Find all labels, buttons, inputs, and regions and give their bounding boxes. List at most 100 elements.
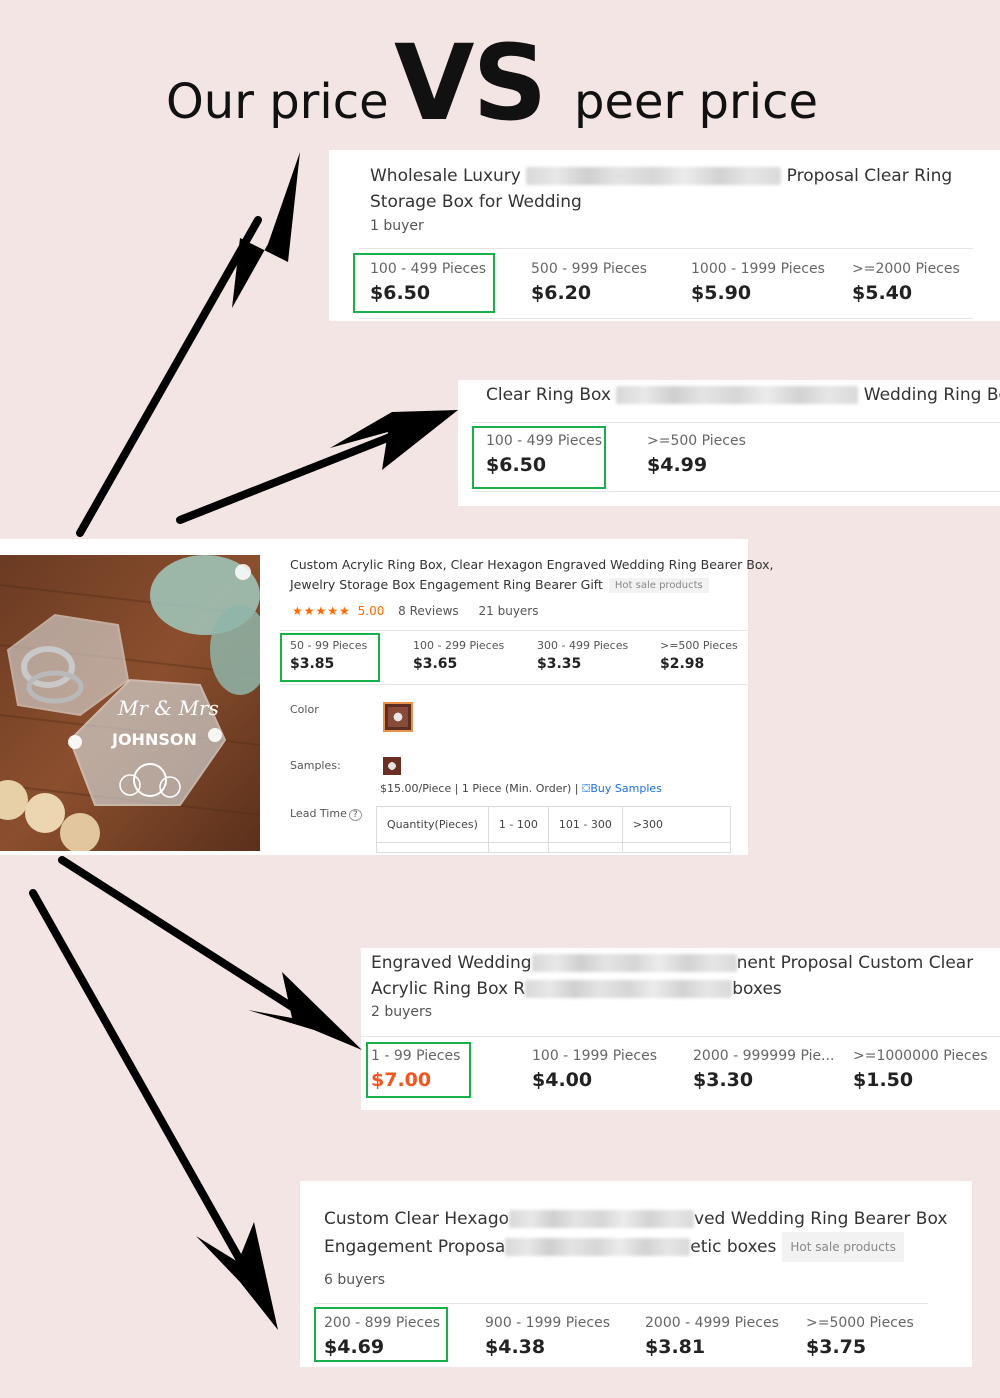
arrow-head-3	[248, 972, 362, 1050]
tier-price: $1.50	[853, 1069, 914, 1091]
title-text: Wholesale Luxury	[370, 166, 521, 186]
sample-thumbnail[interactable]	[383, 757, 401, 775]
arrow-head-2	[330, 410, 458, 470]
blurred-text	[525, 980, 733, 998]
price-tier: >=5000 Pieces $3.75	[806, 1315, 914, 1358]
tier-price: $4.99	[647, 454, 708, 476]
tier-quantity: 900 - 1999 Pieces	[485, 1315, 610, 1331]
tier-price: $3.35	[537, 656, 582, 672]
title-text: Acrylic Ring Box R	[371, 979, 526, 999]
blurred-text	[509, 1210, 695, 1228]
buyer-count: 2 buyers	[371, 1004, 433, 1020]
divider	[280, 684, 748, 685]
samples-price-text: $15.00/Piece | 1 Piece (Min. Order) |	[380, 782, 579, 795]
star-rating-icon: ★★★★★	[292, 604, 351, 618]
price-tier: 900 - 1999 Pieces $4.38	[485, 1315, 610, 1358]
lead-time-table: Quantity(Pieces) 1 - 100 101 - 300 >300	[376, 806, 731, 853]
our-product-card[interactable]: Mr & Mrs JOHNSON Custom Acrylic Ring Box…	[0, 539, 773, 855]
tier-price: $4.38	[485, 1336, 546, 1358]
price-tier: >=2000 Pieces $5.40	[852, 261, 960, 304]
rating-value: 5.00	[357, 604, 385, 618]
table-header-cell: 1 - 100	[487, 806, 549, 843]
listing-title-line2: Storage Box for Wedding	[370, 192, 582, 212]
tier-price: $4.00	[532, 1069, 593, 1091]
color-swatch[interactable]	[383, 702, 413, 732]
title-text: Engraved Wedding	[371, 953, 532, 973]
hot-sale-tag: Hot sale products	[782, 1232, 904, 1262]
arrow-line-3	[58, 856, 304, 1016]
table-header-cell: >300	[621, 806, 731, 843]
title-text: Clear Ring Box	[486, 385, 611, 405]
product-title[interactable]: Custom Acrylic Ring Box, Clear Hexagon E…	[290, 557, 773, 593]
engraving-mr-mrs: Mr & Mrs	[117, 696, 219, 720]
lead-time-label: Lead Time?	[290, 807, 362, 821]
price-tier: >=1000000 Pieces $1.50	[853, 1048, 988, 1091]
buy-samples-link[interactable]: Buy Samples	[590, 782, 662, 795]
tier-quantity: 2000 - 999999 Pie...	[693, 1048, 835, 1064]
divider	[314, 1303, 928, 1304]
title-text: Proposal Clear Ring	[786, 166, 953, 186]
samples-info: $15.00/Piece | 1 Piece (Min. Order) | ⛋B…	[380, 782, 662, 796]
headline-vs: VS	[394, 22, 547, 144]
lead-time-text: Lead Time	[290, 807, 347, 820]
listing-title[interactable]: Custom Clear Hexago ved Wedding Ring Bear…	[324, 1206, 947, 1232]
tier-quantity: 500 - 999 Pieces	[531, 261, 648, 277]
table-header-cell: 101 - 300	[547, 806, 623, 843]
peer-listing-card-1[interactable]: Wholesale Luxury Proposal Clear Ring Sto…	[329, 150, 1000, 321]
engraving-name: JOHNSON	[111, 730, 197, 749]
review-count[interactable]: 8 Reviews	[398, 604, 459, 618]
price-tier: 300 - 499 Pieces $3.35	[537, 639, 628, 672]
tier-price: $5.40	[852, 282, 913, 304]
price-tier: 2000 - 999999 Pie... $3.30	[693, 1048, 834, 1091]
peer-listing-card-4[interactable]: Custom Clear Hexago ved Wedding Ring Bear…	[300, 1181, 972, 1367]
peer-listing-card-3[interactable]: Engraved Wedding nent Proposal Custom Cle…	[361, 948, 1000, 1110]
buyer-count: 6 buyers	[324, 1272, 386, 1288]
title-text: Wedding Ring Box	[863, 385, 1000, 405]
listing-title-line2: Acrylic Ring Box R boxes	[371, 976, 782, 1002]
product-photo[interactable]: Mr & Mrs JOHNSON	[0, 555, 260, 851]
help-icon[interactable]: ?	[348, 809, 362, 821]
price-tier: 100 - 299 Pieces $3.65	[413, 639, 504, 672]
tier-price: $3.65	[413, 656, 458, 672]
listing-title[interactable]: Clear Ring Box Wedding Ring Box	[486, 382, 1000, 408]
peer-listing-card-2[interactable]: Clear Ring Box Wedding Ring Box 100 - 49…	[458, 380, 1000, 506]
blurred-text	[616, 386, 859, 404]
buyer-count: 1 buyer	[370, 218, 424, 234]
hot-sale-tag: Hot sale products	[608, 578, 709, 593]
tier-quantity: >=500 Pieces	[660, 639, 738, 652]
tier-quantity: >=5000 Pieces	[806, 1315, 914, 1331]
headline-our-price: Our price	[166, 74, 389, 130]
highlight-box	[353, 253, 495, 313]
highlight-box	[314, 1307, 448, 1362]
blurred-text	[526, 167, 782, 185]
listing-title[interactable]: Engraved Wedding nent Proposal Custom Cle…	[371, 950, 973, 976]
divider	[361, 1036, 1000, 1037]
price-tier: 100 - 1999 Pieces $4.00	[532, 1048, 657, 1091]
tier-price: $3.30	[693, 1069, 754, 1091]
divider	[280, 630, 748, 631]
title-text: Custom Acrylic Ring Box, Clear Hexagon E…	[290, 557, 774, 572]
divider	[472, 422, 1000, 423]
tier-price: $5.90	[691, 282, 752, 304]
rating-row: ★★★★★ 5.00 8 Reviews 21 buyers	[292, 604, 539, 618]
samples-label: Samples:	[290, 759, 341, 772]
listing-title[interactable]: Wholesale Luxury Proposal Clear Ring	[370, 163, 952, 189]
tier-price: $6.20	[531, 282, 592, 304]
arrow-line-2	[176, 431, 399, 524]
tier-price: $3.75	[806, 1336, 867, 1358]
highlight-box	[366, 1042, 471, 1098]
title-text: nent Proposal Custom Clear	[736, 953, 974, 973]
buyer-count: 21 buyers	[478, 604, 539, 618]
highlight-box	[280, 633, 380, 682]
tier-quantity: 2000 - 4999 Pieces	[645, 1315, 779, 1331]
title-text: etic boxes	[690, 1237, 777, 1257]
price-tier: 500 - 999 Pieces $6.20	[531, 261, 647, 304]
table-header-cell: Quantity(Pieces)	[376, 806, 489, 843]
title-text: boxes	[732, 979, 782, 999]
arrow-head-4	[196, 1222, 278, 1330]
price-tier: 1000 - 1999 Pieces $5.90	[691, 261, 825, 304]
arrow-head-1	[232, 152, 300, 308]
tier-quantity: 300 - 499 Pieces	[537, 639, 629, 652]
blurred-text	[531, 954, 737, 972]
divider	[472, 491, 1000, 492]
